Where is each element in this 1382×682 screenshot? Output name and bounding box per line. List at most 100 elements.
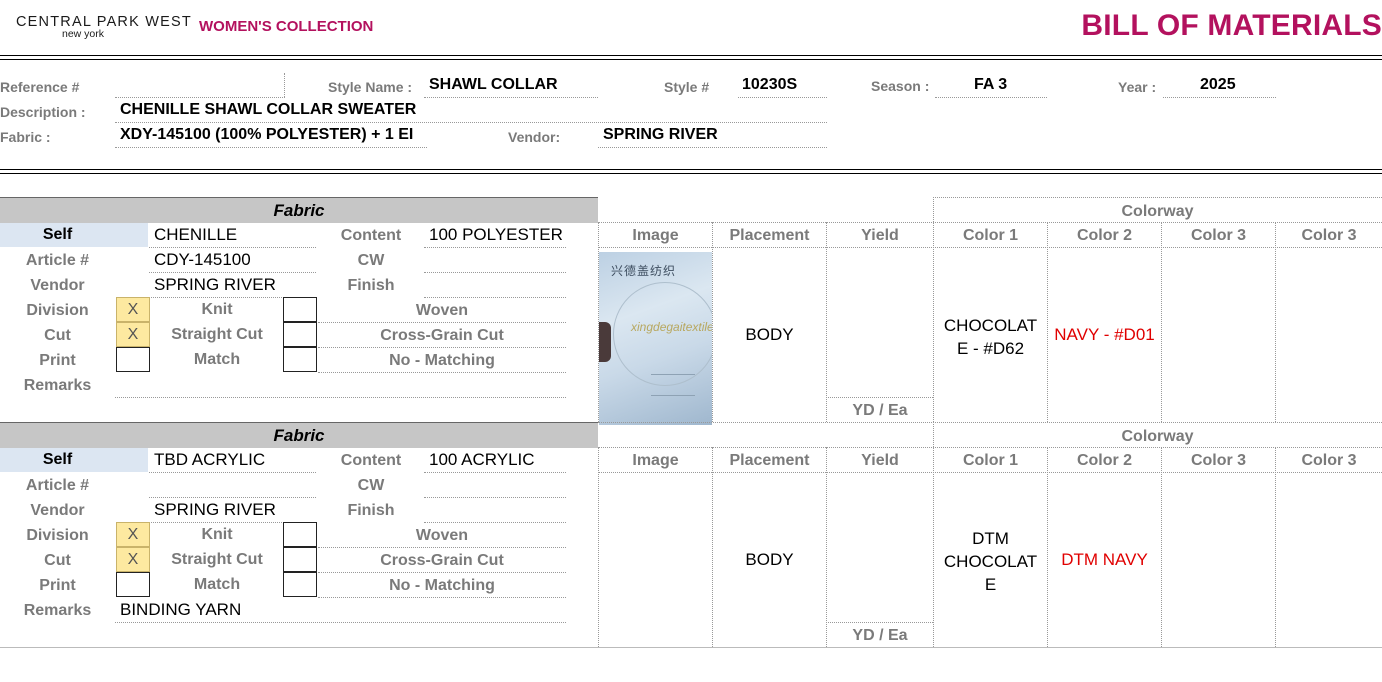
self-label-cell: Self	[0, 448, 148, 472]
fabric-header: Fabric	[0, 422, 598, 448]
no-matching-checkbox[interactable]	[283, 347, 317, 372]
cut-label: Cut	[44, 327, 71, 344]
vendor-value: SPRING RIVER	[603, 126, 718, 143]
content-label: Content	[340, 452, 402, 469]
style-number-label: Style #	[664, 79, 710, 95]
color3-header: Color 3	[1190, 227, 1247, 244]
divider	[0, 173, 1382, 174]
placement-value: BODY	[745, 325, 794, 344]
self-value: TBD ACRYLIC	[154, 450, 266, 469]
placement-header: Placement	[729, 227, 810, 244]
knit-label: Knit	[201, 526, 233, 543]
colorway-header: Colorway	[1121, 428, 1194, 445]
no-matching-checkbox[interactable]	[283, 572, 317, 597]
color1-header: Color 1	[962, 227, 1019, 244]
fabric-value: XDY-145100 (100% POLYESTER) + 1 EI	[120, 126, 414, 143]
cut-label: Cut	[44, 552, 71, 569]
woven-checkbox[interactable]	[283, 522, 317, 547]
placement-header: Placement	[729, 452, 810, 469]
article-value: CDY-145100	[154, 250, 251, 269]
yield-unit: YD / Ea	[852, 402, 908, 419]
reference-label: Reference #	[0, 79, 80, 95]
collection-title: WOMEN'S COLLECTION	[199, 18, 374, 35]
swatch-label-cn: 兴德盖纺织	[611, 264, 677, 278]
color2-header: Color 2	[1076, 452, 1133, 469]
match-checkbox[interactable]	[116, 347, 150, 372]
article-label: Article #	[25, 477, 90, 494]
content-label: Content	[340, 227, 402, 244]
yield-header: Yield	[861, 227, 899, 244]
vendor-row-value: SPRING RIVER	[154, 500, 276, 519]
woven-checkbox[interactable]	[283, 297, 317, 322]
year-value: 2025	[1200, 76, 1236, 93]
colorway-header: Colorway	[1121, 203, 1194, 220]
remarks-label: Remarks	[23, 602, 92, 619]
description-value: CHENILLE SHAWL COLLAR SWEATER	[120, 101, 417, 118]
cross-grain-label: Cross-Grain Cut	[380, 552, 504, 569]
match-label: Match	[193, 576, 241, 593]
color2-value: DTM NAVY	[1061, 550, 1148, 569]
straight-cut-checkbox[interactable]: X	[116, 547, 150, 572]
vendor-row-label: Vendor	[30, 502, 85, 519]
match-label: Match	[193, 351, 241, 368]
remarks-label: Remarks	[23, 377, 92, 394]
document-title: BILL OF MATERIALS	[1081, 9, 1382, 42]
year-label: Year :	[1118, 79, 1157, 95]
knit-label: Knit	[201, 301, 233, 318]
season-label: Season :	[871, 78, 930, 94]
no-matching-label: No - Matching	[389, 352, 495, 369]
fabric-header: Fabric	[0, 197, 598, 223]
divider	[0, 59, 1382, 60]
color4-header: Color 3	[1301, 227, 1357, 244]
vendor-label: Vendor:	[508, 129, 561, 145]
image-header: Image	[632, 227, 679, 244]
color1-value: DTM CHOCOLAT E	[943, 529, 1038, 594]
division-label: Division	[26, 302, 89, 319]
print-label: Print	[39, 352, 76, 369]
style-name-label: Style Name :	[328, 79, 413, 95]
cw-label: CW	[357, 252, 385, 269]
swatch-tag-lines	[651, 374, 695, 396]
color3-header: Color 3	[1190, 452, 1247, 469]
vendor-row-value: SPRING RIVER	[154, 275, 276, 294]
knit-checkbox[interactable]: X	[116, 522, 150, 547]
description-label: Description :	[0, 104, 86, 120]
color4-header: Color 3	[1301, 452, 1357, 469]
fabric-label: Fabric :	[0, 129, 51, 145]
article-label: Article #	[25, 252, 90, 269]
divider	[0, 55, 1382, 56]
content-value: 100 ACRYLIC	[429, 450, 535, 469]
print-label: Print	[39, 577, 76, 594]
straight-cut-checkbox[interactable]: X	[116, 322, 150, 347]
brand-city: new york	[62, 28, 105, 40]
content-value: 100 POLYESTER	[429, 225, 563, 244]
remarks-value: BINDING YARN	[120, 600, 242, 619]
self-value: CHENILLE	[154, 225, 238, 244]
yield-header: Yield	[861, 452, 899, 469]
cross-grain-label: Cross-Grain Cut	[380, 327, 504, 344]
color2-header: Color 2	[1076, 227, 1133, 244]
divider	[0, 169, 1382, 170]
cross-grain-checkbox[interactable]	[283, 547, 317, 572]
division-label: Division	[26, 527, 89, 544]
yield-unit: YD / Ea	[852, 627, 908, 644]
swatch-label-script: xingdegaitextile	[631, 320, 712, 334]
vendor-row-label: Vendor	[30, 277, 85, 294]
swatch-seal	[613, 282, 712, 386]
woven-label: Woven	[415, 302, 469, 319]
self-label-cell: Self	[0, 223, 148, 247]
match-checkbox[interactable]	[116, 572, 150, 597]
color1-value: CHOCOLAT E - #D62	[943, 316, 1038, 358]
style-number-value: 10230S	[742, 76, 798, 93]
color1-header: Color 1	[962, 452, 1019, 469]
finish-label: Finish	[347, 277, 395, 294]
style-name-value: SHAWL COLLAR	[429, 76, 558, 93]
season-value: FA 3	[974, 76, 1008, 93]
knit-checkbox[interactable]: X	[116, 297, 150, 322]
image-header: Image	[632, 452, 679, 469]
woven-label: Woven	[415, 527, 469, 544]
cross-grain-checkbox[interactable]	[283, 322, 317, 347]
swatch-shadow	[599, 322, 611, 362]
placement-value: BODY	[745, 550, 794, 569]
color2-value: NAVY - #D01	[1054, 325, 1155, 344]
